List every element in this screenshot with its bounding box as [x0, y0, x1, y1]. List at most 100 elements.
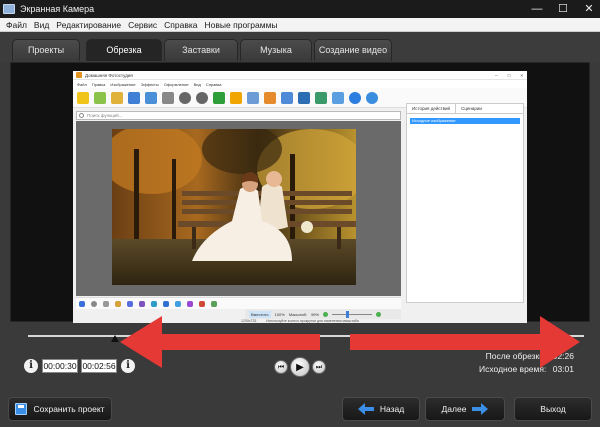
inner-close-icon: ×: [520, 72, 523, 78]
photo-studio-icon: [76, 72, 82, 78]
history-panel: История действий Сценарии Исходное изобр…: [406, 103, 524, 303]
save-icon: [128, 91, 140, 104]
calendar-icon: [281, 91, 293, 104]
tab-create-video[interactable]: Создание видео: [314, 39, 392, 61]
collage-icon: [264, 91, 276, 104]
globe-icon: [366, 91, 378, 104]
next-button[interactable]: Далее: [425, 397, 505, 421]
card-icon: [298, 91, 310, 104]
close-button[interactable]: ✕: [582, 2, 596, 16]
save-project-button[interactable]: Сохранить проект: [8, 397, 112, 421]
video-preview-panel: Домашняя Фотостудия – □ × Файл Правка Изоб…: [10, 62, 590, 323]
inner-minimize-icon: –: [495, 72, 498, 78]
inner-menu-item: Вид: [193, 81, 201, 87]
tab-music[interactable]: Музыка: [240, 39, 312, 61]
minimize-button[interactable]: —: [530, 2, 544, 16]
back-label: Назад: [379, 404, 405, 414]
stamp-icon: [127, 300, 133, 307]
next-label: Далее: [441, 404, 467, 414]
video-frame: Домашняя Фотостудия – □ × Файл Правка Изоб…: [73, 71, 527, 323]
inner-search-placeholder: Поиск функций...: [87, 113, 123, 118]
inner-maximize-icon: □: [507, 72, 511, 78]
inner-menu-item: Эффекты: [140, 81, 159, 87]
original-time-stat: Исходное время: 03:01: [479, 364, 574, 374]
undo-icon: [179, 91, 191, 104]
menu-bar: Файл Вид Редактирование Сервис Справка Н…: [0, 18, 600, 32]
batch-icon: [315, 91, 327, 104]
inner-tools-bar: [76, 297, 401, 309]
bucket-icon: [139, 300, 145, 307]
text-icon: [213, 91, 225, 104]
inner-menu-item: Файл: [77, 81, 87, 87]
frame-icon: [247, 91, 259, 104]
menu-file[interactable]: Файл: [6, 20, 27, 30]
inner-menu-item: Правка: [91, 81, 106, 87]
arrow-right-icon: [472, 403, 489, 415]
next-frame-button[interactable]: ⏭: [312, 360, 326, 374]
previous-frame-button[interactable]: ⏮: [274, 360, 288, 374]
floppy-disk-icon: [15, 403, 28, 415]
menu-view[interactable]: Вид: [34, 20, 49, 30]
window-title: Экранная Камера: [20, 4, 95, 14]
cursor-icon: [79, 300, 85, 307]
inner-canvas: [76, 121, 401, 296]
zoom-fit-button: Вместить: [249, 310, 271, 318]
zoom-label: Масштаб:: [288, 311, 308, 317]
eye-icon: [175, 300, 181, 307]
inner-title-bar: Домашняя Фотостудия – □ ×: [73, 71, 527, 80]
wedding-photo: [112, 129, 356, 285]
inner-menu-item: Справка: [205, 81, 222, 87]
trim-end-marker[interactable]: [551, 340, 559, 348]
trim-end-handle[interactable]: [549, 328, 561, 352]
tab-scenarios: Сценарии: [461, 106, 482, 111]
help-icon: [349, 91, 361, 104]
menu-help[interactable]: Справка: [164, 20, 197, 30]
lasso-icon: [91, 300, 97, 307]
gallery-icon: [94, 91, 106, 104]
crop-icon: [211, 300, 217, 307]
original-time-value: 03:01: [552, 364, 574, 374]
tab-projects[interactable]: Проекты: [12, 39, 80, 61]
wedding-photo-image: [112, 129, 356, 285]
inner-menu-item: Изображение: [110, 81, 136, 87]
tab-history: История действий: [407, 104, 457, 113]
menu-service[interactable]: Сервис: [128, 20, 157, 30]
folder-icon: [111, 91, 123, 104]
dodge-icon: [187, 300, 193, 307]
trim-controls: i 00:00:30 00:02:56 i ⏮ ▶ ⏭ После обрезк…: [10, 322, 590, 382]
tab-intros[interactable]: Заставки: [164, 39, 238, 61]
zoom-value: 99%: [311, 311, 320, 317]
redo-icon: [196, 91, 208, 104]
brush-icon: [103, 300, 109, 307]
red-eye-icon: [199, 300, 205, 307]
end-info-icon[interactable]: i: [121, 359, 135, 373]
start-time-field[interactable]: 00:00:30: [42, 359, 78, 373]
blur-icon: [151, 300, 157, 307]
playhead-knob[interactable]: [550, 328, 560, 338]
zoom-100-button: 100%: [274, 311, 285, 317]
maximize-button[interactable]: ☐: [556, 2, 570, 16]
open-folder-icon: [77, 91, 89, 104]
exit-button[interactable]: Выход: [514, 397, 592, 421]
search-icon: [79, 113, 84, 118]
tab-trim[interactable]: Обрезка: [86, 39, 162, 61]
footer-bar: Сохранить проект Назад Далее Выход: [0, 390, 600, 427]
zoom-slider: [332, 310, 373, 318]
back-button[interactable]: Назад: [342, 397, 420, 421]
palette-icon: [230, 91, 242, 104]
history-item: Исходное изображение: [410, 118, 520, 124]
trim-start-handle[interactable]: [111, 328, 119, 342]
inner-title: Домашняя Фотостудия: [85, 72, 133, 78]
menu-edit[interactable]: Редактирование: [56, 20, 121, 30]
after-trim-stat: После обрезки: 02:26: [486, 351, 574, 361]
menu-new-programs[interactable]: Новые программы: [205, 20, 278, 30]
save-project-label: Сохранить проект: [33, 404, 105, 414]
zoom-out-icon: [323, 311, 329, 317]
end-time-field[interactable]: 00:02:56: [81, 359, 117, 373]
inner-zoom-bar: Вместить 100% Масштаб: 99%: [245, 309, 401, 319]
pencil-icon: [115, 300, 121, 307]
print-icon: [162, 91, 174, 104]
start-info-icon[interactable]: i: [24, 359, 38, 373]
play-button[interactable]: ▶: [290, 357, 310, 377]
inner-menu-bar: Файл Правка Изображение Эффекты Оформлен…: [73, 80, 527, 88]
